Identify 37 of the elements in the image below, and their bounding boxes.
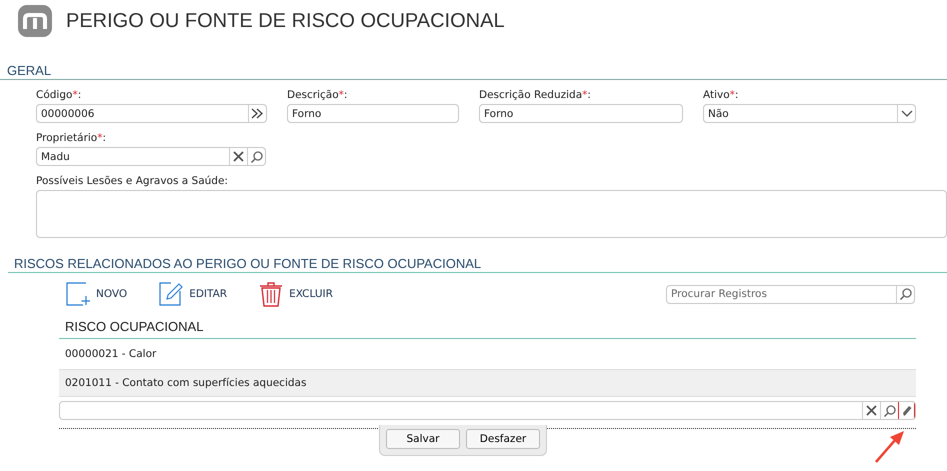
edit-button[interactable]: EDITAR <box>159 282 228 306</box>
clear-icon[interactable] <box>865 404 878 417</box>
trash-icon <box>259 282 284 306</box>
pencil-icon <box>902 404 912 416</box>
field-label: Possíveis Lesões e Agravos a Saúde: <box>36 175 229 187</box>
field-label: Descrição*: <box>287 89 348 101</box>
search-icon[interactable] <box>883 404 896 418</box>
field-label: Código*: <box>36 89 82 101</box>
lookup-field[interactable] <box>59 401 916 420</box>
clear-icon[interactable] <box>232 150 245 163</box>
text-field[interactable]: Forno <box>287 104 459 123</box>
table-row[interactable]: 0201011 - Contato com superfícies aquecidas <box>59 370 916 397</box>
search-icon[interactable] <box>899 287 912 301</box>
page-title: PERIGO OU FONTE DE RISCO OCUPACIONAL <box>66 10 505 32</box>
double-chevron-icon[interactable] <box>251 108 264 119</box>
annotation-arrow <box>874 430 906 464</box>
new-document-icon <box>66 282 90 306</box>
text-field[interactable]: Forno <box>479 104 683 123</box>
code-field[interactable]: 00000006 <box>36 104 267 123</box>
section-title: GERAL <box>7 63 52 78</box>
search-icon[interactable] <box>250 150 263 164</box>
section-title: RISCOS RELACIONADOS AO PERIGO OU FONTE DE RISCO OCUPACIONAL <box>14 256 482 271</box>
field-label: Proprietário*: <box>36 132 108 144</box>
logo-icon <box>18 5 52 37</box>
field-label: Ativo*: <box>703 89 740 101</box>
edit-icon <box>159 282 184 306</box>
select-field[interactable]: Não <box>703 104 916 123</box>
new-button[interactable]: NOVO <box>66 282 128 306</box>
field-label: Descrição Reduzida*: <box>479 89 592 101</box>
chevron-down-icon <box>900 110 912 118</box>
delete-button[interactable]: EXCLUIR <box>259 282 333 306</box>
action-button[interactable]: Salvar <box>386 429 460 449</box>
column-header: RISCO OCUPACIONAL <box>59 319 916 339</box>
search-field[interactable]: Procurar Registros <box>666 284 915 304</box>
lookup-field[interactable]: Madu <box>36 147 266 166</box>
action-button[interactable]: Desfazer <box>466 429 540 449</box>
pencil-button[interactable] <box>898 402 915 419</box>
